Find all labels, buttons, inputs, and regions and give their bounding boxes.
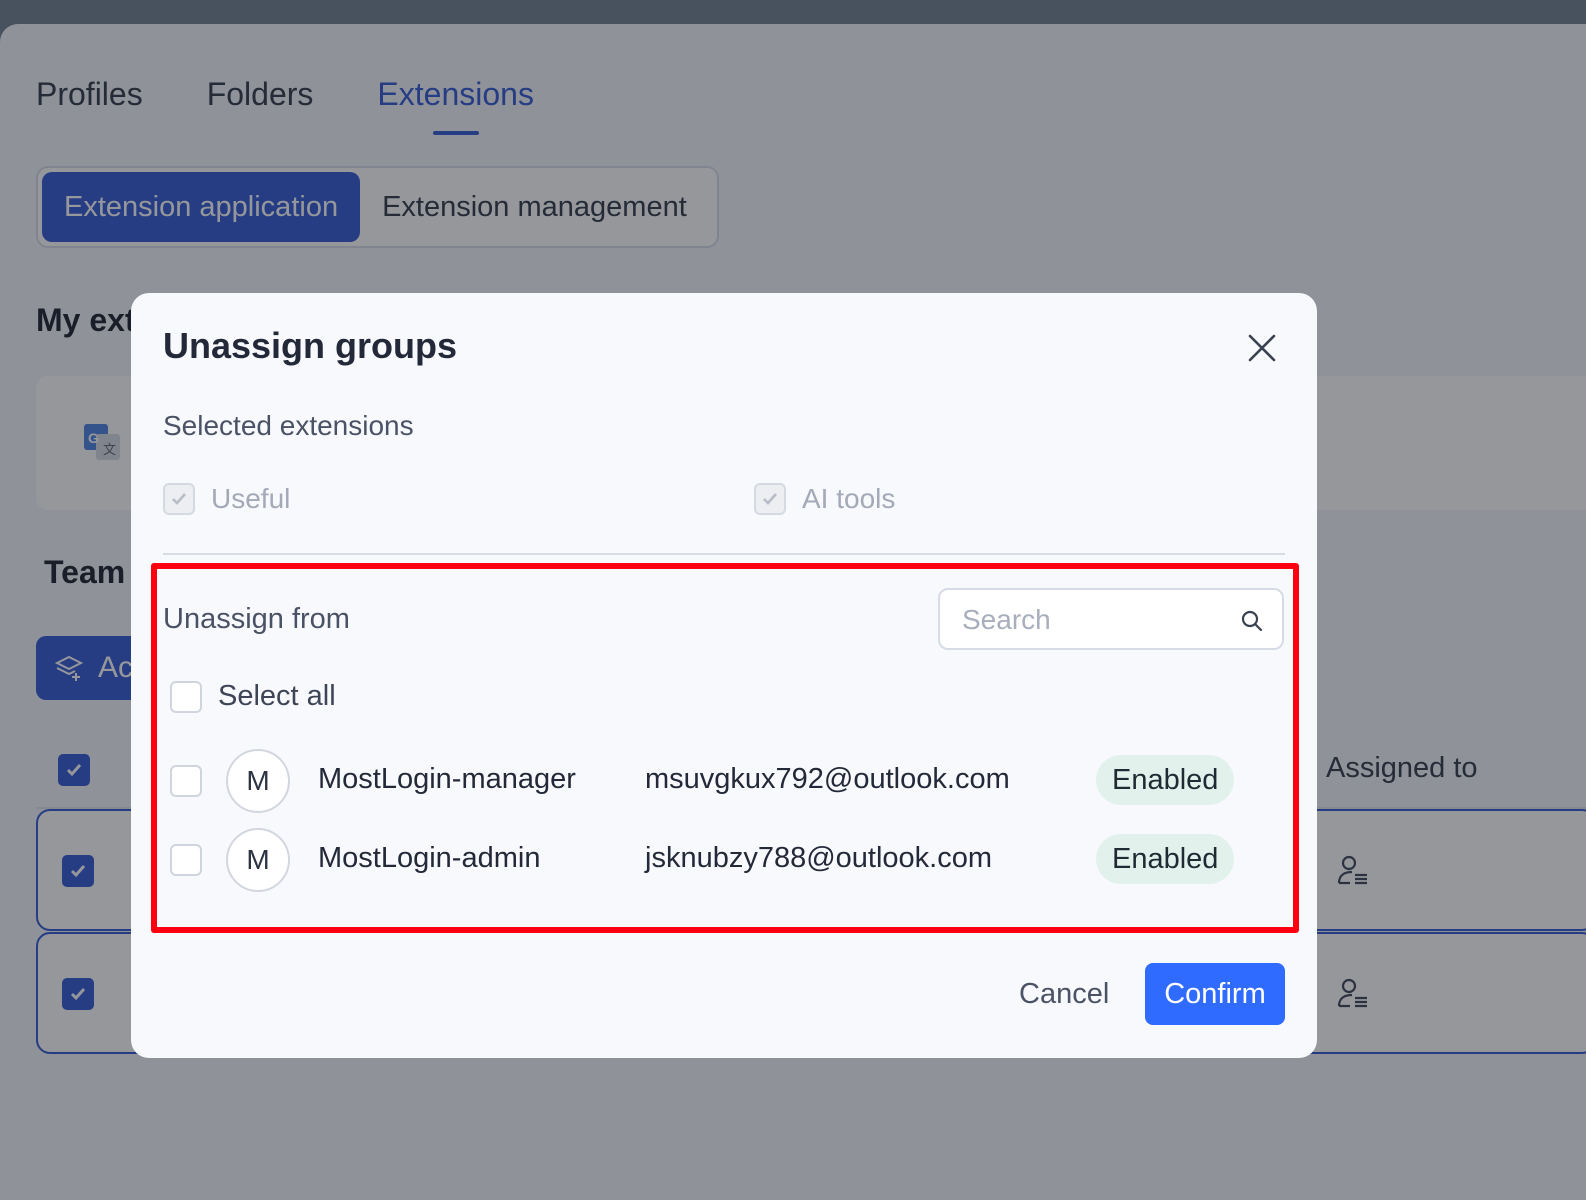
disabled-checkbox: [163, 483, 195, 515]
avatar: M: [226, 749, 290, 813]
dialog-title: Unassign groups: [163, 325, 458, 366]
close-icon[interactable]: [1245, 331, 1279, 365]
group-name: MostLogin-admin: [318, 842, 541, 874]
unassign-from-label: Unassign from: [163, 603, 350, 635]
group-row[interactable]: M MostLogin-manager msuvgkux792@outlook.…: [170, 749, 1270, 813]
group-email: jsknubzy788@outlook.com: [645, 842, 993, 874]
section-divider: [163, 553, 1285, 555]
group-row[interactable]: M MostLogin-admin jsknubzy788@outlook.co…: [170, 828, 1270, 892]
group-checkbox[interactable]: [170, 844, 202, 876]
avatar: M: [226, 828, 290, 892]
status-badge: Enabled: [1096, 755, 1235, 805]
extension-option-ai-tools: AI tools: [754, 483, 895, 515]
cancel-button[interactable]: Cancel: [1001, 963, 1127, 1025]
group-checkbox[interactable]: [170, 765, 202, 797]
confirm-button[interactable]: Confirm: [1145, 963, 1285, 1025]
disabled-checkbox: [754, 483, 786, 515]
group-name: MostLogin-manager: [318, 763, 576, 795]
check-icon: [763, 493, 777, 505]
check-icon: [172, 493, 186, 505]
extension-option-useful: Useful: [163, 483, 290, 515]
select-all-label: Select all: [218, 680, 336, 712]
group-email: msuvgkux792@outlook.com: [645, 763, 1010, 795]
unassign-groups-dialog: Unassign groups Selected extensions Usef…: [131, 293, 1317, 1058]
extension-option-label: AI tools: [802, 483, 896, 514]
select-all-checkbox[interactable]: [170, 680, 202, 713]
search-input[interactable]: [962, 602, 1232, 638]
selected-extensions-label: Selected extensions: [163, 410, 414, 441]
select-all-row[interactable]: Select all: [170, 680, 336, 713]
extension-option-label: Useful: [211, 483, 291, 514]
status-badge: Enabled: [1096, 834, 1235, 884]
search-box[interactable]: [938, 588, 1284, 650]
search-icon[interactable]: [1240, 609, 1264, 633]
